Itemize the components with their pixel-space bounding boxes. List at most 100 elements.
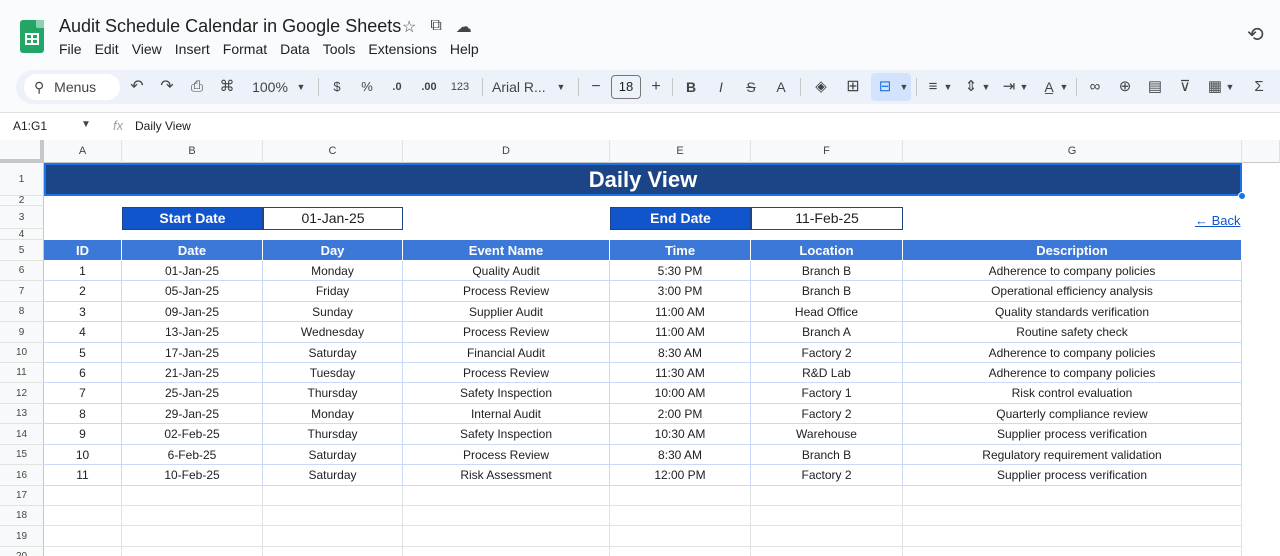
empty-cell[interactable] <box>403 506 610 526</box>
table-cell[interactable]: Quarterly compliance review <box>903 404 1242 424</box>
table-cell[interactable]: 5 <box>44 343 122 363</box>
name-box-caret-icon[interactable]: ▼ <box>81 119 91 130</box>
table-cell[interactable]: Process Review <box>403 445 610 465</box>
empty-cell[interactable] <box>263 547 403 556</box>
column-header-c[interactable]: C <box>263 140 403 163</box>
select-all-corner[interactable] <box>0 140 44 163</box>
table-cell[interactable]: Branch B <box>751 281 903 302</box>
empty-cell[interactable] <box>610 506 751 526</box>
table-cell[interactable]: 12:00 PM <box>610 465 751 486</box>
table-cell[interactable]: Tuesday <box>263 363 403 383</box>
table-cell[interactable]: 8:30 AM <box>610 445 751 465</box>
currency-format-button[interactable]: $ <box>328 70 346 104</box>
row-header-6[interactable]: 6 <box>0 261 44 281</box>
table-cell[interactable]: Quality standards verification <box>903 302 1242 322</box>
column-header-e[interactable]: E <box>610 140 751 163</box>
table-cell[interactable]: 1 <box>44 261 122 281</box>
text-wrapping-icon[interactable]: ⇥ <box>998 70 1020 104</box>
table-cell[interactable]: 11:30 AM <box>610 363 751 383</box>
table-cell[interactable]: Supplier process verification <box>903 465 1242 486</box>
text-color-button[interactable]: A <box>772 70 790 104</box>
bold-button[interactable]: B <box>682 70 700 104</box>
percent-format-button[interactable]: % <box>358 70 376 104</box>
table-cell[interactable]: 7 <box>44 383 122 404</box>
column-header-f[interactable]: F <box>751 140 903 163</box>
empty-cell[interactable] <box>751 547 903 556</box>
italic-button[interactable]: I <box>712 70 730 104</box>
end-date-value[interactable]: 11-Feb-25 <box>751 207 903 230</box>
table-cell[interactable]: Saturday <box>263 465 403 486</box>
search-menus-button[interactable]: ⚲ Menus <box>24 74 120 100</box>
row-header-11[interactable]: 11 <box>0 363 44 383</box>
decrease-font-size-icon[interactable]: − <box>588 70 604 104</box>
table-cell[interactable]: Wednesday <box>263 322 403 343</box>
table-cell[interactable]: 02-Feb-25 <box>122 424 263 445</box>
document-title[interactable]: Audit Schedule Calendar in Google Sheets <box>59 16 401 37</box>
number-format-button[interactable]: 123 <box>448 70 472 104</box>
font-caret-icon[interactable]: ▼ <box>554 70 568 104</box>
table-cell[interactable]: Factory 1 <box>751 383 903 404</box>
table-header-cell[interactable]: Day <box>263 240 403 261</box>
row-header-7[interactable]: 7 <box>0 281 44 302</box>
empty-cell[interactable] <box>122 486 263 506</box>
table-cell[interactable]: Risk Assessment <box>403 465 610 486</box>
menu-insert[interactable]: Insert <box>175 41 217 57</box>
table-cell[interactable]: Branch B <box>751 445 903 465</box>
table-cell[interactable]: 17-Jan-25 <box>122 343 263 363</box>
paint-format-icon[interactable]: ⌘ <box>216 70 238 104</box>
borders-icon[interactable]: ⊞ <box>842 70 864 104</box>
table-cell[interactable]: Risk control evaluation <box>903 383 1242 404</box>
table-cell[interactable]: Regulatory requirement validation <box>903 445 1242 465</box>
menu-file[interactable]: File <box>59 41 89 57</box>
text-rotation-icon[interactable]: A̲ <box>1038 70 1060 104</box>
table-cell[interactable]: 8:30 AM <box>610 343 751 363</box>
table-cell[interactable]: Internal Audit <box>403 404 610 424</box>
empty-cell[interactable] <box>263 526 403 547</box>
table-cell[interactable]: Thursday <box>263 424 403 445</box>
table-header-cell[interactable]: Location <box>751 240 903 261</box>
table-cell[interactable]: 10 <box>44 445 122 465</box>
row-header-5[interactable]: 5 <box>0 240 44 261</box>
row-header-15[interactable]: 15 <box>0 445 44 465</box>
table-cell[interactable]: Adherence to company policies <box>903 261 1242 281</box>
insert-comment-icon[interactable]: ⊕ <box>1114 70 1136 104</box>
empty-cell[interactable] <box>751 526 903 547</box>
empty-cell[interactable] <box>403 526 610 547</box>
table-cell[interactable]: Routine safety check <box>903 322 1242 343</box>
empty-cell[interactable] <box>44 526 122 547</box>
table-cell[interactable]: 10:00 AM <box>610 383 751 404</box>
table-cell[interactable]: Safety Inspection <box>403 424 610 445</box>
empty-cell[interactable] <box>44 506 122 526</box>
merge-caret-icon[interactable]: ▼ <box>898 70 910 104</box>
formula-input[interactable]: Daily View <box>135 119 191 133</box>
redo-icon[interactable]: ↷ <box>156 70 178 104</box>
vertical-align-icon[interactable]: ⇕ <box>960 70 982 104</box>
font-select[interactable]: Arial R... <box>492 70 552 104</box>
table-cell[interactable]: Adherence to company policies <box>903 363 1242 383</box>
selection-fill-handle[interactable] <box>1238 192 1246 200</box>
back-link[interactable]: ← Back <box>1195 213 1241 228</box>
sheets-logo-icon[interactable] <box>20 20 44 53</box>
table-cell[interactable]: Factory 2 <box>751 465 903 486</box>
cloud-status-icon[interactable]: ☁ <box>456 17 472 37</box>
wrap-caret-icon[interactable]: ▼ <box>1018 70 1030 104</box>
table-cell[interactable]: 2 <box>44 281 122 302</box>
row-header-1[interactable]: 1 <box>0 163 44 196</box>
table-cell[interactable]: 8 <box>44 404 122 424</box>
version-history-icon[interactable]: ⟲ <box>1247 22 1269 46</box>
table-cell[interactable]: Factory 2 <box>751 404 903 424</box>
table-header-cell[interactable]: Event Name <box>403 240 610 261</box>
table-cell[interactable]: 09-Jan-25 <box>122 302 263 322</box>
empty-cell[interactable] <box>903 547 1242 556</box>
row-header-17[interactable]: 17 <box>0 486 44 506</box>
table-cell[interactable]: Monday <box>263 404 403 424</box>
table-cell[interactable]: Adherence to company policies <box>903 343 1242 363</box>
filter-icon[interactable]: ⊽ <box>1174 70 1196 104</box>
table-cell[interactable]: 9 <box>44 424 122 445</box>
empty-cell[interactable] <box>751 486 903 506</box>
valign-caret-icon[interactable]: ▼ <box>980 70 992 104</box>
row-header-4[interactable]: 4 <box>0 229 44 240</box>
empty-cell[interactable] <box>903 506 1242 526</box>
table-cell[interactable]: Sunday <box>263 302 403 322</box>
table-cell[interactable]: 5:30 PM <box>610 261 751 281</box>
